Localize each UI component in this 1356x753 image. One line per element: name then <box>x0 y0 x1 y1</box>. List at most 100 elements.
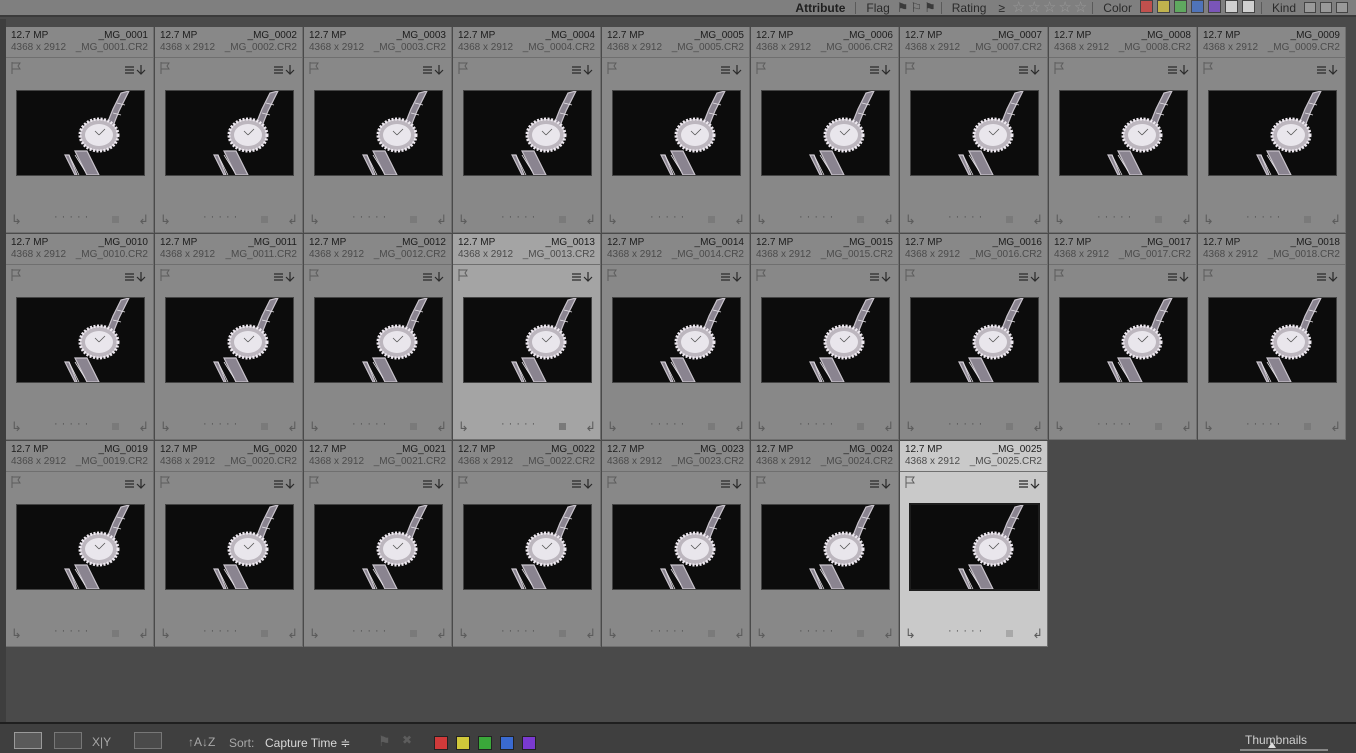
photo-thumbnail[interactable] <box>613 91 740 175</box>
rotate-left-icon[interactable]: ↳ <box>160 212 171 228</box>
rotate-left-icon[interactable]: ↳ <box>11 419 22 435</box>
rating-stars-filter[interactable]: ☆ ☆ ☆ ☆ ☆ <box>1011 0 1088 16</box>
rotate-left-icon[interactable]: ↳ <box>160 626 171 642</box>
color-label-marker[interactable] <box>708 423 715 430</box>
flag-icon[interactable] <box>905 62 915 74</box>
flag-icon[interactable] <box>607 269 617 281</box>
photo-thumbnail[interactable] <box>315 505 442 589</box>
toolbar-reject-icon[interactable]: ✖ <box>402 733 412 747</box>
star-rating-dots[interactable]: ····· <box>54 625 92 637</box>
rating-star-2[interactable]: ☆ <box>1027 0 1040 16</box>
rotate-right-icon[interactable]: ↲ <box>883 626 894 642</box>
flag-rejected-filter-icon[interactable]: ⚑ <box>924 0 936 16</box>
photo-cell[interactable]: 12.7 MP 4368 x 2912 _MG_0016 _MG_0016.CR2 ↳ ·… <box>900 234 1048 440</box>
metadata-badge-icon[interactable] <box>572 271 594 283</box>
metadata-badge-icon[interactable] <box>1168 271 1190 283</box>
color-label-button-1[interactable] <box>434 736 448 750</box>
rating-star-5[interactable]: ☆ <box>1074 0 1087 16</box>
rotate-left-icon[interactable]: ↳ <box>458 419 469 435</box>
photo-cell[interactable]: 12.7 MP 4368 x 2912 _MG_0003 _MG_0003.CR2 ↳ ·… <box>304 27 452 233</box>
flag-icon[interactable] <box>458 269 468 281</box>
rotate-left-icon[interactable]: ↳ <box>160 419 171 435</box>
rotate-left-icon[interactable]: ↳ <box>905 419 916 435</box>
photo-cell[interactable]: 12.7 MP 4368 x 2912 _MG_0014 _MG_0014.CR2 ↳ ·… <box>602 234 750 440</box>
color-filter-swatches[interactable] <box>1138 0 1257 16</box>
metadata-badge-icon[interactable] <box>125 271 147 283</box>
star-rating-dots[interactable]: ····· <box>650 211 688 223</box>
rotate-left-icon[interactable]: ↳ <box>458 212 469 228</box>
rotate-right-icon[interactable]: ↲ <box>734 626 745 642</box>
photo-cell[interactable]: 12.7 MP 4368 x 2912 _MG_0010 _MG_0010.CR2 ↳ ·… <box>6 234 154 440</box>
rotate-right-icon[interactable]: ↲ <box>1181 212 1192 228</box>
flag-icon[interactable] <box>11 269 21 281</box>
photo-cell[interactable]: 12.7 MP 4368 x 2912 _MG_0019 _MG_0019.CR2 ↳ ·… <box>6 441 154 647</box>
photo-thumbnail[interactable] <box>911 91 1038 175</box>
photo-cell[interactable]: 12.7 MP 4368 x 2912 _MG_0021 _MG_0021.CR2 ↳ ·… <box>304 441 452 647</box>
rotate-left-icon[interactable]: ↳ <box>1203 212 1214 228</box>
color-label-marker[interactable] <box>1006 216 1013 223</box>
color-label-marker[interactable] <box>1155 216 1162 223</box>
metadata-badge-icon[interactable] <box>1317 64 1339 76</box>
rating-star-4[interactable]: ☆ <box>1058 0 1071 16</box>
thumbnail-size-slider-knob[interactable] <box>1268 742 1276 748</box>
color-swatch-4[interactable] <box>1190 0 1204 13</box>
flag-icon[interactable] <box>1203 269 1213 281</box>
rotate-right-icon[interactable]: ↲ <box>138 419 149 435</box>
metadata-badge-icon[interactable] <box>274 64 296 76</box>
photo-thumbnail[interactable] <box>1060 91 1187 175</box>
rotate-left-icon[interactable]: ↳ <box>11 626 22 642</box>
color-label-button-2[interactable] <box>456 736 470 750</box>
rotate-right-icon[interactable]: ↲ <box>585 212 596 228</box>
rotate-right-icon[interactable]: ↲ <box>585 626 596 642</box>
color-label-marker[interactable] <box>857 216 864 223</box>
rating-star-3[interactable]: ☆ <box>1043 0 1056 16</box>
metadata-badge-icon[interactable] <box>1019 271 1041 283</box>
photo-thumbnail[interactable] <box>17 505 144 589</box>
color-swatch-7[interactable] <box>1241 0 1255 13</box>
photo-thumbnail[interactable] <box>1060 298 1187 382</box>
metadata-badge-icon[interactable] <box>274 271 296 283</box>
photo-thumbnail[interactable] <box>464 505 591 589</box>
flag-icon[interactable] <box>160 62 170 74</box>
flag-icon[interactable] <box>756 269 766 281</box>
color-label-marker[interactable] <box>261 216 268 223</box>
flag-icon[interactable] <box>11 62 21 74</box>
metadata-badge-icon[interactable] <box>870 271 892 283</box>
color-label-button-5[interactable] <box>522 736 536 750</box>
photo-thumbnail[interactable] <box>166 91 293 175</box>
star-rating-dots[interactable]: ····· <box>54 211 92 223</box>
rotate-right-icon[interactable]: ↲ <box>1330 212 1341 228</box>
color-swatch-6[interactable] <box>1224 0 1238 13</box>
photo-thumbnail[interactable] <box>464 91 591 175</box>
rotate-left-icon[interactable]: ↳ <box>1054 419 1065 435</box>
color-label-marker[interactable] <box>261 630 268 637</box>
flag-icon[interactable] <box>756 476 766 488</box>
rotate-left-icon[interactable]: ↳ <box>756 419 767 435</box>
flag-icon[interactable] <box>1203 62 1213 74</box>
star-rating-dots[interactable]: ····· <box>352 211 390 223</box>
rotate-left-icon[interactable]: ↳ <box>756 212 767 228</box>
flag-icon[interactable] <box>905 269 915 281</box>
metadata-badge-icon[interactable] <box>1019 478 1041 490</box>
color-label-button-3[interactable] <box>478 736 492 750</box>
color-label-marker[interactable] <box>112 423 119 430</box>
compare-view-button[interactable]: X|Y <box>92 735 111 749</box>
metadata-badge-icon[interactable] <box>274 478 296 490</box>
metadata-badge-icon[interactable] <box>1168 64 1190 76</box>
photo-cell[interactable]: 12.7 MP 4368 x 2912 _MG_0005 _MG_0005.CR2 ↳ ·… <box>602 27 750 233</box>
metadata-badge-icon[interactable] <box>423 478 445 490</box>
star-rating-dots[interactable]: ····· <box>650 418 688 430</box>
rotate-right-icon[interactable]: ↲ <box>1032 626 1043 642</box>
flag-unflagged-filter-icon[interactable]: ⚐ <box>910 0 922 16</box>
photo-thumbnail[interactable] <box>166 298 293 382</box>
photo-cell[interactable]: 12.7 MP 4368 x 2912 _MG_0013 _MG_0013.CR2 ↳ ·… <box>453 234 601 440</box>
rotate-right-icon[interactable]: ↲ <box>1181 419 1192 435</box>
photo-cell[interactable]: 12.7 MP 4368 x 2912 _MG_0004 _MG_0004.CR2 ↳ ·… <box>453 27 601 233</box>
star-rating-dots[interactable]: ····· <box>948 418 986 430</box>
color-label-button-4[interactable] <box>500 736 514 750</box>
metadata-badge-icon[interactable] <box>721 64 743 76</box>
metadata-badge-icon[interactable] <box>1019 64 1041 76</box>
metadata-badge-icon[interactable] <box>721 478 743 490</box>
metadata-badge-icon[interactable] <box>125 64 147 76</box>
photo-thumbnail[interactable] <box>17 298 144 382</box>
